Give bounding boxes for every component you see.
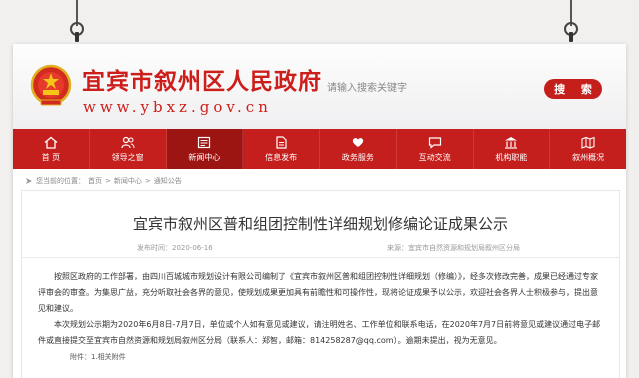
nav-item-institutions[interactable]: 机构职能 bbox=[474, 129, 551, 169]
nav-label: 叙州概况 bbox=[572, 152, 605, 162]
article-title: 宜宾市叙州区普和组团控制性详细规划修编论证成果公示 bbox=[132, 215, 508, 233]
nav-label: 互动交流 bbox=[418, 152, 451, 162]
site-url: www.ybxz.gov.cn bbox=[83, 98, 272, 116]
location-arrow-icon bbox=[26, 178, 32, 184]
main-nav: 首 页 领导之窗 新闻中心 信息发布 政务服务 互动交流 机构职能 叙州概况 bbox=[13, 129, 626, 169]
article-container: 宜宾市叙州区普和组团控制性详细规划修编论证成果公示 发布时间：2020-06-1… bbox=[21, 190, 620, 378]
breadcrumb-separator: > bbox=[105, 177, 111, 185]
site-name[interactable]: 宜宾市叙州区人民政府 bbox=[82, 62, 322, 96]
hanging-clip-left bbox=[68, 0, 86, 42]
publish-date: 发布时间：2020-06-16 bbox=[137, 244, 213, 252]
breadcrumb-home[interactable]: 首页 bbox=[88, 176, 102, 186]
site-header: 宜宾市叙州区人民政府 www.ybxz.gov.cn 搜 索 bbox=[13, 44, 626, 129]
article-paragraph: 按照区政府的工作部署，由四川百城城市规划设计有限公司编制了《宜宾市叙州区普和组团… bbox=[38, 272, 598, 313]
nav-item-info[interactable]: 信息发布 bbox=[243, 129, 320, 169]
webpage-panel: 宜宾市叙州区人民政府 www.ybxz.gov.cn 搜 索 首 页 领导之窗 bbox=[13, 44, 626, 378]
article-source: 来源：宜宾市自然资源和规划局叙州区分局 bbox=[387, 244, 520, 252]
nav-item-home[interactable]: 首 页 bbox=[13, 129, 90, 169]
heart-hand-icon bbox=[352, 137, 364, 147]
attachment-link[interactable]: 附件：1.相关附件 bbox=[38, 349, 604, 365]
nav-label: 领导之窗 bbox=[111, 152, 144, 162]
nav-item-interaction[interactable]: 互动交流 bbox=[397, 129, 474, 169]
chat-icon bbox=[428, 136, 441, 149]
breadcrumb: 您当前的位置： 首页 > 新闻中心 > 通知公告 bbox=[25, 176, 182, 186]
breadcrumb-notices[interactable]: 通知公告 bbox=[154, 176, 182, 186]
news-icon bbox=[198, 136, 211, 148]
article-body: 按照区政府的工作部署，由四川百城城市规划设计有限公司编制了《宜宾市叙州区普和组团… bbox=[38, 269, 604, 365]
national-emblem-icon bbox=[30, 64, 72, 106]
nav-label: 新闻中心 bbox=[188, 152, 221, 162]
nav-label: 政务服务 bbox=[341, 152, 374, 162]
article-paragraph: 本次规划公示期为2020年6月8日-7月7日，单位或个人如有意见或建议，请注明姓… bbox=[38, 320, 601, 345]
nav-item-overview[interactable]: 叙州概况 bbox=[550, 129, 626, 169]
breadcrumb-separator: > bbox=[144, 177, 151, 185]
home-icon bbox=[44, 136, 58, 149]
hanging-clip-right bbox=[562, 0, 580, 42]
nav-label: 首 页 bbox=[41, 152, 61, 162]
document-icon bbox=[276, 135, 287, 149]
nav-item-news[interactable]: 新闻中心 bbox=[166, 129, 244, 169]
building-icon bbox=[505, 136, 518, 149]
nav-item-leaders[interactable]: 领导之窗 bbox=[90, 129, 167, 169]
search-input[interactable] bbox=[317, 78, 541, 98]
breadcrumb-news[interactable]: 新闻中心 bbox=[114, 176, 142, 186]
map-icon bbox=[581, 136, 595, 149]
article-meta: 发布时间：2020-06-16 来源：宜宾市自然资源和规划局叙州区分局 bbox=[22, 243, 619, 258]
nav-label: 信息发布 bbox=[265, 152, 298, 162]
nav-item-services[interactable]: 政务服务 bbox=[320, 129, 397, 169]
nav-label: 机构职能 bbox=[495, 152, 528, 162]
users-icon bbox=[121, 136, 135, 148]
breadcrumb-prefix: 您当前的位置： bbox=[36, 177, 85, 185]
search-button[interactable]: 搜 索 bbox=[544, 79, 602, 99]
